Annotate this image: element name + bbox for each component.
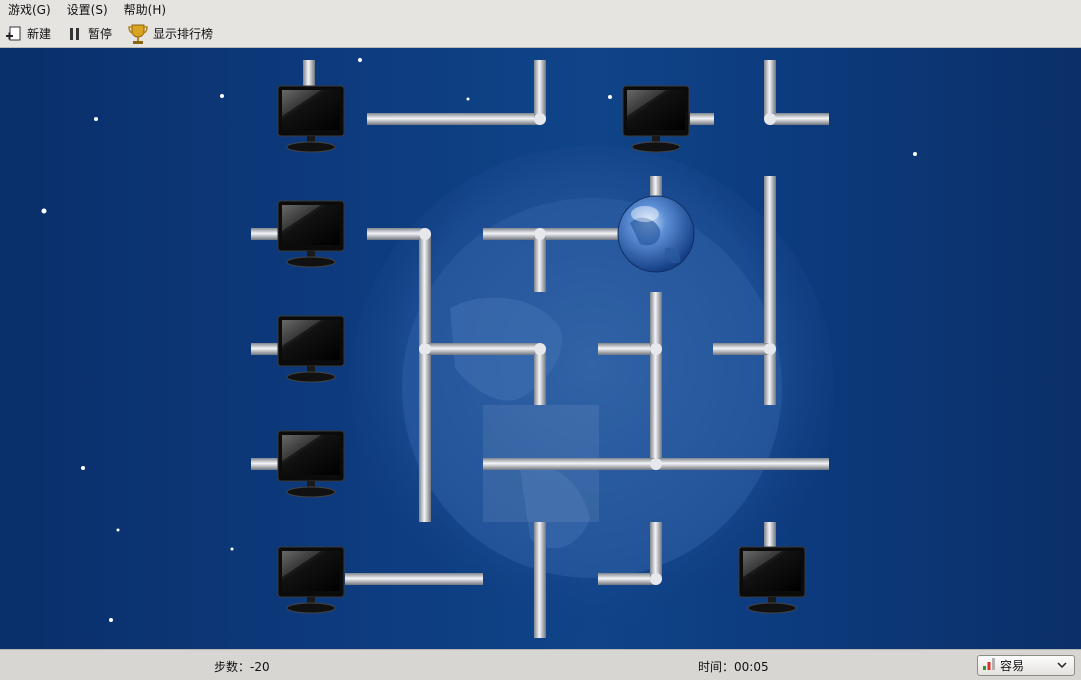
pause-icon — [67, 26, 83, 42]
pipe-segment[interactable] — [713, 343, 770, 355]
pipe-segment[interactable] — [770, 113, 829, 125]
computer-monitor-icon[interactable] — [622, 85, 690, 153]
computer-monitor-icon[interactable] — [277, 430, 345, 498]
pipe-joint — [534, 343, 546, 355]
trophy-icon — [128, 23, 148, 45]
computer-monitor-icon[interactable] — [277, 315, 345, 383]
leaderboard-button[interactable]: 显示排行榜 — [122, 21, 223, 46]
pipe-segment[interactable] — [367, 228, 425, 240]
new-game-icon — [6, 26, 22, 42]
pipe-joint — [764, 113, 776, 125]
leaderboard-label: 显示排行榜 — [153, 27, 214, 41]
pipe-segment[interactable] — [598, 573, 656, 585]
pipe-segment[interactable] — [650, 292, 662, 464]
pause-button[interactable]: 暂停 — [61, 21, 122, 46]
computer-monitor-icon[interactable] — [277, 85, 345, 153]
menu-game[interactable]: 游戏(G) — [0, 0, 59, 20]
time-display: 时间：00:05 — [698, 660, 769, 674]
game-board[interactable] — [0, 48, 1081, 649]
pipe-segment[interactable] — [650, 522, 662, 579]
pipe-joint — [534, 113, 546, 125]
pipe-segment[interactable] — [534, 60, 546, 119]
pipe-segment[interactable] — [534, 349, 546, 405]
pipe-joint — [419, 228, 431, 240]
menubar: 游戏(G) 设置(S) 帮助(H) — [0, 0, 1081, 20]
new-game-label: 新建 — [27, 27, 52, 41]
signal-bars-icon — [982, 657, 996, 674]
pipe-segment[interactable] — [534, 522, 546, 638]
menu-settings[interactable]: 设置(S) — [59, 0, 116, 20]
new-game-button[interactable]: 新建 — [0, 21, 61, 46]
toolbar: 新建 暂停 显示排行榜 — [0, 20, 1081, 48]
pipe-joint — [650, 343, 662, 355]
pipe-segment[interactable] — [483, 228, 620, 240]
difficulty-value: 容易 — [1000, 659, 1025, 673]
pipe-joint — [764, 343, 776, 355]
pause-label: 暂停 — [88, 27, 113, 41]
pipe-segment[interactable] — [251, 343, 278, 355]
pipe-segment[interactable] — [345, 573, 483, 585]
pipe-segment[interactable] — [764, 176, 776, 405]
pipe-joint — [419, 343, 431, 355]
pipe-segment[interactable] — [650, 176, 662, 198]
computer-monitor-icon[interactable] — [738, 546, 806, 614]
pipe-segment[interactable] — [419, 234, 431, 522]
pipe-segment[interactable] — [425, 343, 540, 355]
chevron-down-icon — [1056, 659, 1068, 674]
statusbar: 步数：-20 时间：00:05 容易 — [0, 649, 1081, 680]
pipe-segment[interactable] — [367, 113, 540, 125]
difficulty-select[interactable]: 容易 — [977, 655, 1075, 676]
computer-monitor-icon[interactable] — [277, 546, 345, 614]
pipe-joint — [650, 458, 662, 470]
menu-help[interactable]: 帮助(H) — [116, 0, 174, 20]
pipe-segment[interactable] — [598, 343, 656, 355]
pipe-joint — [534, 228, 546, 240]
globe-server-icon[interactable] — [617, 195, 695, 273]
pipe-segment[interactable] — [764, 522, 776, 548]
computer-monitor-icon[interactable] — [277, 200, 345, 268]
pipe-segment[interactable] — [534, 234, 546, 292]
pipe-segment[interactable] — [251, 458, 278, 470]
pipe-segment[interactable] — [303, 60, 315, 88]
pipe-segment[interactable] — [251, 228, 278, 240]
pipe-segment[interactable] — [764, 60, 776, 119]
move-counter: 步数：-20 — [214, 660, 270, 674]
pipe-joint — [650, 573, 662, 585]
pipe-segment[interactable] — [690, 113, 714, 125]
